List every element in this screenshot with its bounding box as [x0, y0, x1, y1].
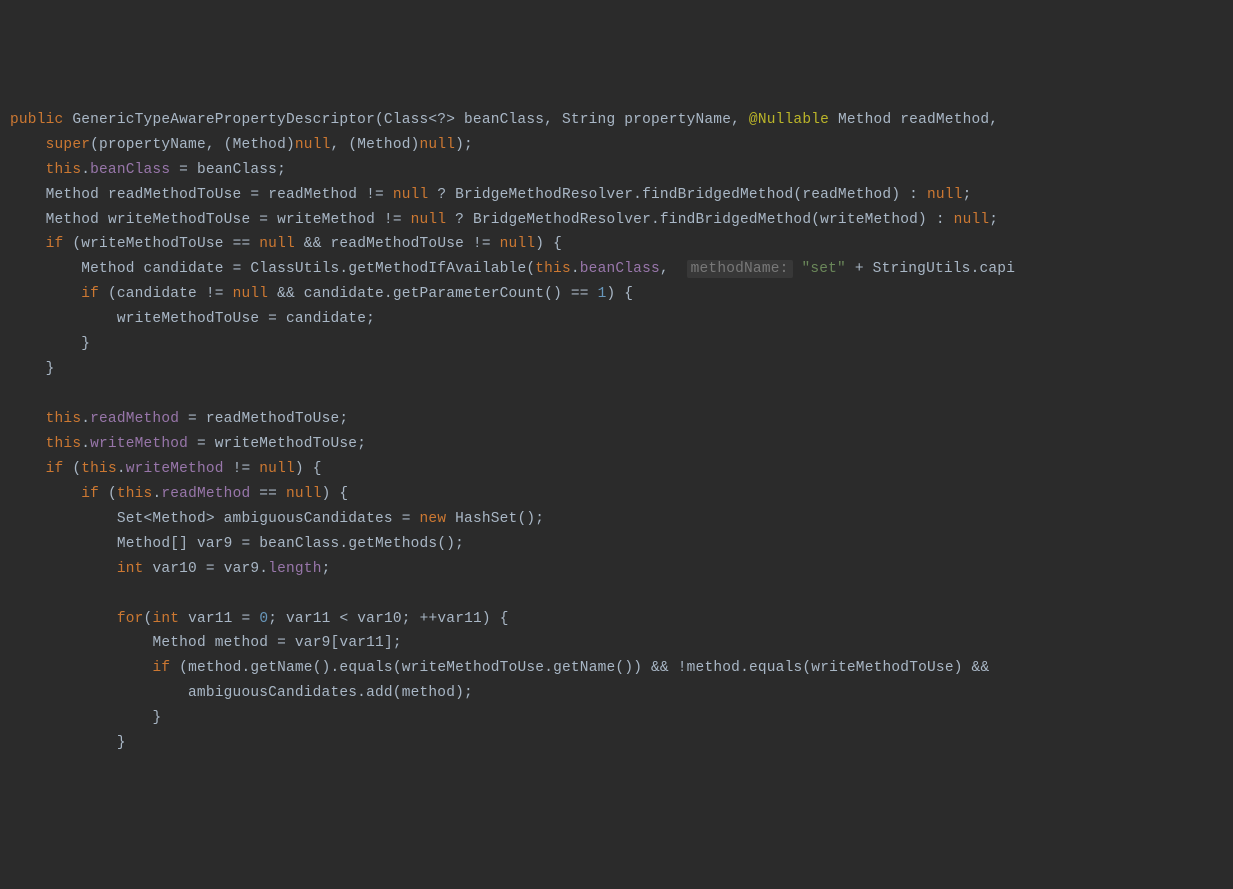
field-length: length: [268, 561, 321, 577]
field-readmethod: readMethod: [90, 411, 179, 427]
parameter-hint: methodName:: [687, 260, 793, 278]
code-line: if (this.writeMethod != null) {: [10, 461, 322, 477]
code-line: if (method.getName().equals(writeMethodT…: [10, 660, 998, 676]
code-line: super(propertyName, (Method)null, (Metho…: [10, 137, 473, 153]
keyword-public: public: [10, 112, 63, 128]
keyword-super: super: [46, 137, 91, 153]
code-line: [10, 586, 19, 602]
code-line: this.beanClass = beanClass;: [10, 162, 286, 178]
field-beanclass: beanClass: [90, 162, 170, 178]
string-literal: "set": [801, 261, 846, 277]
annotation-nullable: @Nullable: [749, 112, 829, 128]
code-line: Set<Method> ambiguousCandidates = new Ha…: [10, 511, 544, 527]
code-line: this.readMethod = readMethodToUse;: [10, 411, 348, 427]
code-line: [10, 386, 19, 402]
code-line: if (this.readMethod == null) {: [10, 486, 348, 502]
code-line: }: [10, 710, 161, 726]
code-editor-viewport[interactable]: public GenericTypeAwarePropertyDescripto…: [10, 108, 1233, 756]
code-line: }: [10, 735, 126, 751]
code-line: Method[] var9 = beanClass.getMethods();: [10, 536, 464, 552]
code-line: Method method = var9[var11];: [10, 635, 402, 651]
field-writemethod: writeMethod: [90, 436, 188, 452]
code-line: }: [10, 336, 90, 352]
code-line: public GenericTypeAwarePropertyDescripto…: [10, 112, 998, 128]
code-line: for(int var11 = 0; var11 < var10; ++var1…: [10, 611, 509, 627]
code-line: ambiguousCandidates.add(method);: [10, 685, 473, 701]
code-line: Method candidate = ClassUtils.getMethodI…: [10, 260, 1015, 278]
code-line: if (candidate != null && candidate.getPa…: [10, 286, 633, 302]
keyword-for: for: [117, 611, 144, 627]
number-literal: 0: [259, 611, 268, 627]
code-line: writeMethodToUse = candidate;: [10, 311, 375, 327]
code-line: Method readMethodToUse = readMethod != n…: [10, 187, 971, 203]
keyword-new: new: [420, 511, 447, 527]
code-line: this.writeMethod = writeMethodToUse;: [10, 436, 366, 452]
code-line: int var10 = var9.length;: [10, 561, 331, 577]
code-line: }: [10, 361, 55, 377]
keyword-this: this: [46, 162, 82, 178]
code-line: if (writeMethodToUse == null && readMeth…: [10, 236, 562, 252]
keyword-int: int: [117, 561, 144, 577]
keyword-if: if: [46, 236, 64, 252]
code-line: Method writeMethodToUse = writeMethod !=…: [10, 212, 998, 228]
